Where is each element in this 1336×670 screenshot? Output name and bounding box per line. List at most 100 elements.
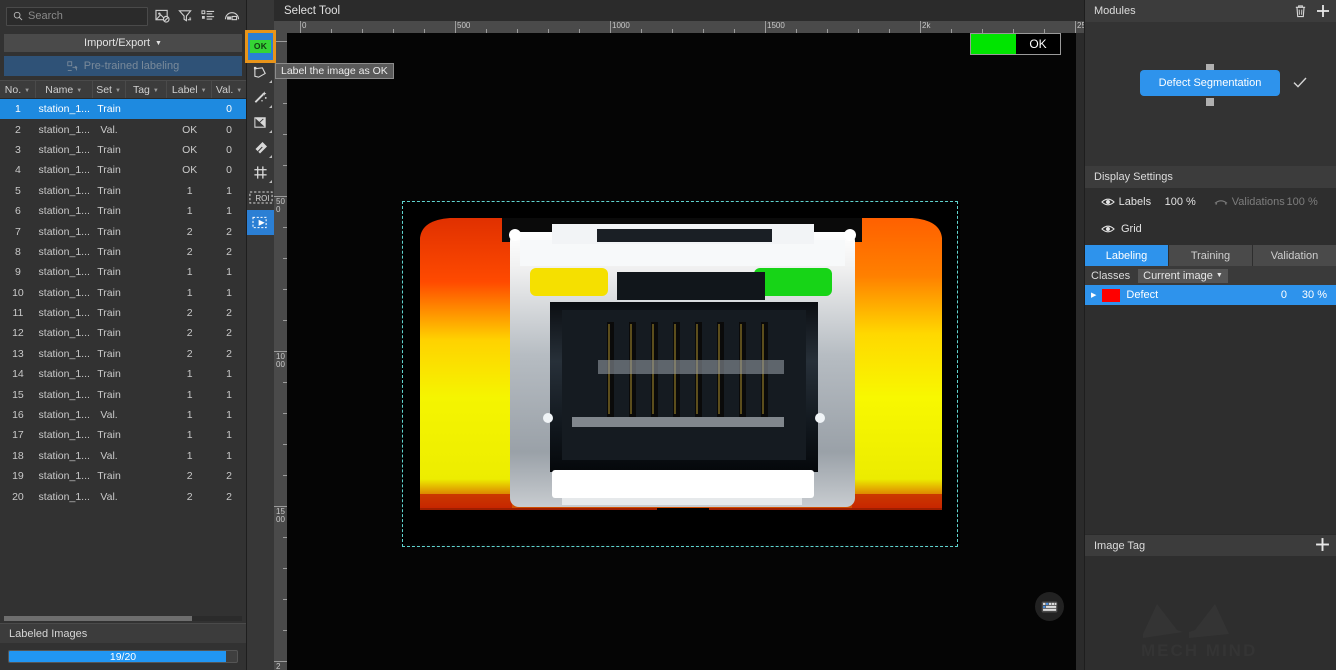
cell-label: 1 <box>186 205 193 218</box>
cell-set: Val. <box>100 123 118 136</box>
eye-icon-grid[interactable] <box>1101 224 1121 234</box>
cell-label: 1 <box>186 449 193 462</box>
table-row[interactable]: 10 station_1... Train 1 1 <box>0 283 246 303</box>
cell-name: station_1... <box>38 429 90 442</box>
table-row[interactable]: 7 station_1... Train 2 2 <box>0 221 246 241</box>
table-row[interactable]: 14 station_1... Train 1 1 <box>0 364 246 384</box>
thumbnail-view-icon[interactable] <box>223 8 240 25</box>
plus-icon[interactable] <box>1315 537 1330 555</box>
column-header-val[interactable]: Val. ▼ <box>212 81 246 98</box>
ruler-label: 1500 <box>767 21 785 30</box>
display-settings-header: Display Settings <box>1085 166 1336 188</box>
class-color-swatch[interactable] <box>1102 288 1121 302</box>
tool-polygon[interactable] <box>247 60 274 85</box>
tab-training[interactable]: Training <box>1169 245 1253 266</box>
eye-off-icon-validations[interactable] <box>1214 197 1232 207</box>
cell-name: station_1... <box>38 409 90 422</box>
tab-validation[interactable]: Validation <box>1253 245 1336 266</box>
table-row[interactable]: 17 station_1... Train 1 1 <box>0 425 246 445</box>
modules-header: Modules <box>1085 0 1336 22</box>
cell-label: 1 <box>186 409 193 422</box>
eye-icon-labels[interactable] <box>1101 197 1119 207</box>
class-list[interactable]: ▶ Defect 0 30 % <box>1085 285 1336 305</box>
table-row[interactable]: 11 station_1... Train 2 2 <box>0 303 246 323</box>
check-icon[interactable] <box>1293 75 1307 91</box>
table-row[interactable]: 9 station_1... Train 1 1 <box>0 262 246 282</box>
plus-icon[interactable] <box>1316 4 1330 18</box>
table-row[interactable]: 16 station_1... Val. 1 1 <box>0 405 246 425</box>
cell-set: Val. <box>100 449 118 462</box>
vertical-ruler: 500 1000 1500 2 <box>274 33 287 670</box>
column-label: No. <box>4 83 22 96</box>
table-row[interactable]: 13 station_1... Train 2 2 <box>0 344 246 364</box>
column-header-no[interactable]: No. ▼ <box>0 81 36 98</box>
image-filter-icon[interactable] <box>154 8 171 25</box>
validations-name: Validations <box>1231 195 1285 208</box>
column-header-name[interactable]: Name ▼ <box>36 81 93 98</box>
image-tag-body[interactable]: MECH MIND <box>1085 556 1336 670</box>
scroll-thumb[interactable] <box>4 615 193 621</box>
tool-eraser[interactable] <box>247 135 274 160</box>
tab-labeling[interactable]: Labeling <box>1085 245 1169 266</box>
label-ok-button[interactable]: OK <box>245 30 276 63</box>
trash-icon[interactable] <box>1294 4 1307 18</box>
modules-canvas[interactable]: Defect Segmentation <box>1085 22 1336 166</box>
cell-set: Train <box>97 347 121 360</box>
cell-set: Train <box>97 388 121 401</box>
column-header-label[interactable]: Label ▼ <box>167 81 213 98</box>
import-export-button[interactable]: Import/Export ▼ <box>4 34 242 52</box>
cell-label: 2 <box>186 490 193 503</box>
validations-value[interactable]: 100 % <box>1287 196 1336 208</box>
cell-label: 1 <box>186 388 193 401</box>
table-row[interactable]: 3 station_1... Train OK 0 <box>0 140 246 160</box>
cell-set: Train <box>97 143 121 156</box>
dataset-horizontal-scrollbar[interactable] <box>0 613 246 623</box>
column-header-tag[interactable]: Tag ▼ <box>126 81 168 98</box>
cell-val: 0 <box>226 123 232 136</box>
table-row[interactable]: 6 station_1... Train 1 1 <box>0 201 246 221</box>
cell-name: station_1... <box>38 388 90 401</box>
dataset-table-body[interactable]: 1 station_1... Train 0 2 station_1... Val. OK 0 3… <box>0 99 246 613</box>
cell-no: 1 <box>15 103 21 116</box>
tool-select[interactable] <box>247 210 274 235</box>
table-row[interactable]: 2 station_1... Val. OK 0 <box>0 119 246 139</box>
image-tag-header: Image Tag <box>1085 534 1336 556</box>
tool-magic-wand[interactable] <box>247 85 274 110</box>
cell-label: 2 <box>186 327 193 340</box>
tool-smart-select[interactable] <box>247 110 274 135</box>
table-row[interactable]: 18 station_1... Val. 1 1 <box>0 446 246 466</box>
selection-bounding-box[interactable] <box>402 201 958 547</box>
table-row[interactable]: 19 station_1... Train 2 2 <box>0 466 246 486</box>
pre-trained-labeling-button[interactable]: Pre-trained labeling <box>4 56 242 76</box>
tool-roi[interactable]: ROI <box>247 185 274 210</box>
class-scope-dropdown[interactable]: Current image ▼ <box>1138 268 1228 283</box>
scroll-track <box>4 615 242 621</box>
table-row[interactable]: 8 station_1... Train 2 2 <box>0 242 246 262</box>
search-input[interactable]: Search <box>6 6 148 26</box>
table-row[interactable]: 12 station_1... Train 2 2 <box>0 323 246 343</box>
table-row[interactable]: 20 station_1... Val. 2 2 <box>0 486 246 506</box>
keyboard-shortcuts-icon[interactable] <box>1035 592 1064 621</box>
class-row-defect[interactable]: ▶ Defect 0 30 % <box>1085 285 1336 305</box>
tool-grid[interactable] <box>247 160 274 185</box>
module-node-defect-segmentation[interactable]: Defect Segmentation <box>1140 70 1280 96</box>
list-view-icon[interactable] <box>200 8 217 25</box>
image-label-badge[interactable]: OK <box>970 33 1061 55</box>
right-panel: Modules Defect Segmentation Display Sett… <box>1084 0 1336 670</box>
cell-no: 12 <box>12 327 24 340</box>
table-row[interactable]: 15 station_1... Train 1 1 <box>0 384 246 404</box>
module-port-bottom[interactable] <box>1206 98 1214 106</box>
expand-arrow-icon[interactable]: ▶ <box>1091 291 1096 299</box>
funnel-filter-icon[interactable] <box>177 8 194 25</box>
cell-set: Train <box>97 184 121 197</box>
column-header-set[interactable]: Set ▼ <box>93 81 126 98</box>
display-setting-labels: Labels 100 % Validations 100 % <box>1085 188 1336 215</box>
labels-value[interactable]: 100 % <box>1165 196 1214 208</box>
cell-no: 3 <box>15 143 21 156</box>
image-viewport[interactable] <box>287 33 1076 670</box>
table-row[interactable]: 1 station_1... Train 0 <box>0 99 246 120</box>
mode-tabs[interactable]: Labeling Training Validation <box>1085 245 1336 266</box>
table-row[interactable]: 5 station_1... Train 1 1 <box>0 181 246 201</box>
cell-set: Train <box>97 103 121 116</box>
table-row[interactable]: 4 station_1... Train OK 0 <box>0 160 246 180</box>
